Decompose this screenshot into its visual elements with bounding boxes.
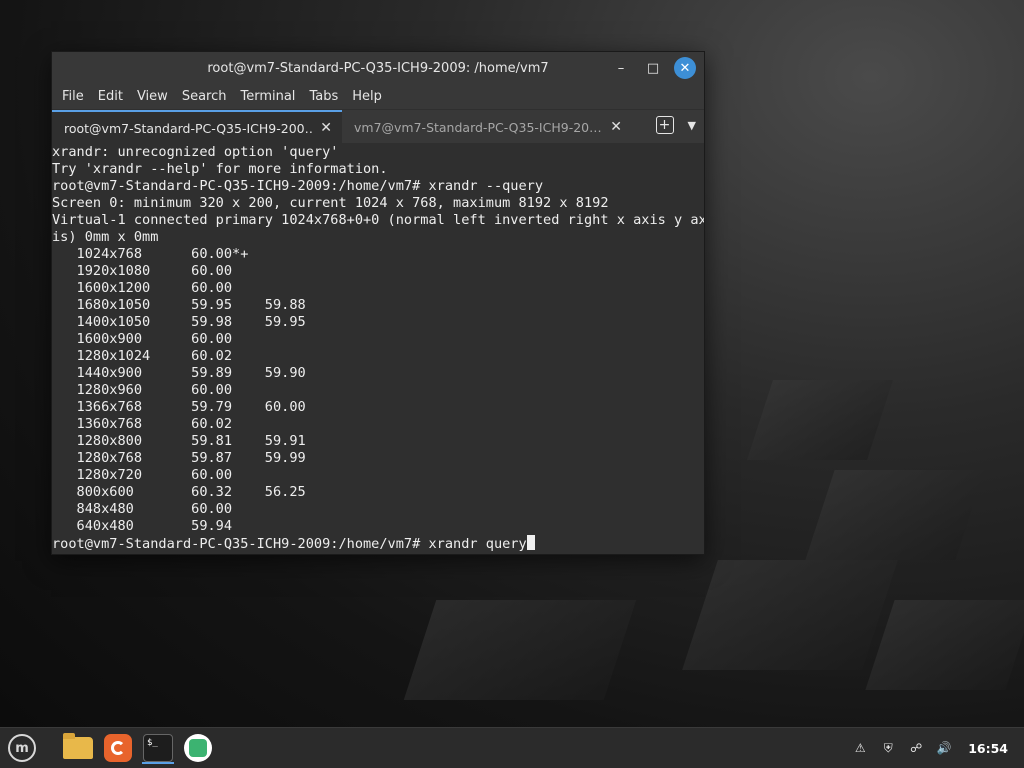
new-tab-button[interactable]: + (655, 116, 674, 134)
terminal-line: 1280x800 59.81 59.91 (52, 433, 306, 449)
terminal-line: 848x480 60.00 (52, 501, 233, 517)
taskbar: m $_ ⚠ ⛨ ☍ 🔊 16:54 (0, 727, 1024, 768)
clock[interactable]: 16:54 (968, 741, 1008, 756)
text-cursor (526, 535, 535, 550)
terminal-line: 1280x1024 60.02 (52, 348, 233, 364)
network-icon[interactable]: ☍ (908, 740, 924, 756)
terminal-line: 1280x720 60.00 (52, 467, 233, 483)
files-launcher[interactable] (62, 732, 94, 764)
terminal-window: root@vm7-Standard-PC-Q35-ICH9-2009: /hom… (51, 51, 705, 555)
terminal-line: Try 'xrandr --help' for more information… (52, 161, 388, 177)
firefox-icon (104, 734, 132, 762)
terminal-line: root@vm7-Standard-PC-Q35-ICH9-2009:/home… (52, 178, 544, 194)
calculator-launcher[interactable] (182, 732, 214, 764)
calculator-icon (184, 734, 212, 762)
close-button[interactable]: ✕ (674, 57, 696, 79)
maximize-button[interactable]: □ (642, 57, 664, 79)
menu-edit[interactable]: Edit (91, 89, 130, 104)
terminal-line: 1400x1050 59.98 59.95 (52, 314, 306, 330)
tab-label: vm7@vm7-Standard-PC-Q35-ICH9-20… (354, 119, 602, 135)
tab-root[interactable]: root@vm7-Standard-PC-Q35-ICH9-200… ✕ (52, 110, 342, 144)
close-icon[interactable]: ✕ (610, 119, 622, 135)
prompt-text: root@vm7-Standard-PC-Q35-ICH9-2009:/home… (52, 536, 527, 552)
terminal-line: 1600x1200 60.00 (52, 280, 233, 296)
terminal-line: 1024x768 60.00*+ (52, 246, 249, 262)
update-icon[interactable]: ⚠ (852, 740, 868, 756)
tab-label: root@vm7-Standard-PC-Q35-ICH9-200… (64, 120, 313, 136)
terminal-launcher[interactable]: $_ (142, 732, 174, 764)
terminal-icon: $_ (143, 734, 173, 762)
menu-search[interactable]: Search (175, 89, 234, 104)
firefox-launcher[interactable] (102, 732, 134, 764)
active-indicator (142, 762, 174, 764)
tab-vm7[interactable]: vm7@vm7-Standard-PC-Q35-ICH9-20… ✕ (342, 110, 632, 144)
menu-help[interactable]: Help (345, 89, 389, 104)
wallpaper-tile (747, 380, 893, 460)
terminal-line: 640x480 59.94 (52, 518, 233, 534)
terminal-line: Screen 0: minimum 320 x 200, current 102… (52, 195, 609, 211)
shield-icon[interactable]: ⛨ (880, 740, 896, 756)
terminal-line: 1360x768 60.02 (52, 416, 233, 432)
menu-terminal[interactable]: Terminal (233, 89, 302, 104)
terminal-line: 1366x768 59.79 60.00 (52, 399, 306, 415)
menu-tabs[interactable]: Tabs (302, 89, 345, 104)
terminal-line: 1680x1050 59.95 59.88 (52, 297, 306, 313)
menu-view[interactable]: View (130, 89, 175, 104)
wallpaper-tile (865, 600, 1024, 690)
wallpaper-tile (682, 560, 898, 670)
window-title: root@vm7-Standard-PC-Q35-ICH9-2009: /hom… (207, 60, 549, 76)
system-tray: ⚠ ⛨ ☍ 🔊 16:54 (852, 728, 1024, 768)
close-icon[interactable]: ✕ (320, 120, 332, 136)
wallpaper-tile (805, 470, 985, 560)
terminal-line: 800x600 60.32 56.25 (52, 484, 306, 500)
menu-bar: File Edit View Search Terminal Tabs Help (52, 84, 704, 109)
wallpaper-tile (403, 600, 637, 700)
volume-icon[interactable]: 🔊 (936, 740, 952, 756)
window-titlebar[interactable]: root@vm7-Standard-PC-Q35-ICH9-2009: /hom… (52, 52, 704, 84)
terminal-line: 1440x900 59.89 59.90 (52, 365, 306, 381)
minimize-button[interactable]: – (610, 57, 632, 79)
chevron-down-icon[interactable]: ▼ (688, 119, 696, 132)
menu-file[interactable]: File (55, 89, 91, 104)
tab-bar: root@vm7-Standard-PC-Q35-ICH9-200… ✕ vm7… (52, 109, 704, 144)
terminal-output[interactable]: xrandr: unrecognized option 'query' Try '… (52, 143, 704, 554)
terminal-line: xrandr: unrecognized option 'query' (52, 144, 339, 160)
terminal-line: 1920x1080 60.00 (52, 263, 233, 279)
terminal-line: 1280x960 60.00 (52, 382, 233, 398)
mint-menu-icon: m (8, 734, 36, 762)
prompt-line[interactable]: root@vm7-Standard-PC-Q35-ICH9-2009:/home… (52, 535, 704, 552)
start-menu-button[interactable]: m (6, 732, 38, 764)
terminal-line: 1280x768 59.87 59.99 (52, 450, 306, 466)
terminal-line: Virtual-1 connected primary 1024x768+0+0… (52, 212, 704, 228)
files-icon (63, 733, 93, 759)
terminal-line: is) 0mm x 0mm (52, 229, 159, 245)
terminal-line: 1600x900 60.00 (52, 331, 233, 347)
